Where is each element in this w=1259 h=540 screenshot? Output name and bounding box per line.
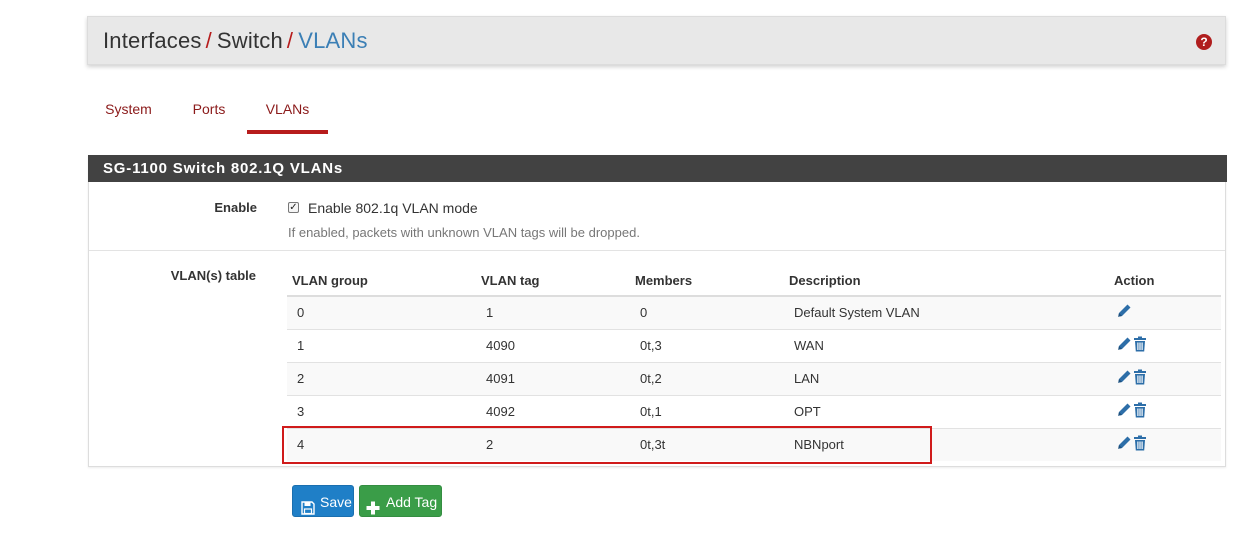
breadcrumb-separator: / xyxy=(205,28,212,53)
tab-vlans[interactable]: VLANs xyxy=(247,92,328,134)
pencil-icon[interactable] xyxy=(1116,435,1132,454)
column-header-description: Description xyxy=(784,265,1109,297)
divider xyxy=(89,250,1225,251)
trash-icon[interactable] xyxy=(1133,402,1147,421)
breadcrumb-item-switch[interactable]: Switch xyxy=(217,28,283,53)
action-cell xyxy=(1109,394,1221,428)
highlight-box xyxy=(282,426,932,464)
members-cell: 0t,2 xyxy=(630,361,784,395)
table-row: 1 4090 0t,3 WAN xyxy=(287,328,1221,362)
pencil-icon[interactable] xyxy=(1116,336,1132,355)
breadcrumb-separator: / xyxy=(286,28,294,53)
vlan-tag-cell: 4090 xyxy=(476,328,630,362)
enable-help-text: If enabled, packets with unknown VLAN ta… xyxy=(288,225,640,240)
breadcrumb: Interfaces / Switch / VLANs xyxy=(103,28,368,54)
column-header-vlan-group: VLAN group xyxy=(287,265,476,297)
enable-vlan-checkbox[interactable]: ✓ xyxy=(288,202,299,213)
save-icon xyxy=(301,494,315,526)
breadcrumb-bar: Interfaces / Switch / VLANs ? xyxy=(87,16,1226,65)
vlan-tag-cell: 4091 xyxy=(476,361,630,395)
members-cell: 0t,3 xyxy=(630,328,784,362)
question-circle-icon[interactable]: ? xyxy=(1196,34,1212,50)
members-cell: 0 xyxy=(630,295,784,329)
pencil-icon[interactable] xyxy=(1116,369,1132,388)
tab-system[interactable]: System xyxy=(87,92,170,134)
vlan-group-cell: 2 xyxy=(287,361,476,395)
breadcrumb-item-interfaces[interactable]: Interfaces xyxy=(103,28,202,53)
action-cell xyxy=(1109,427,1221,461)
action-cell xyxy=(1109,361,1221,395)
column-header-members: Members xyxy=(630,265,784,297)
enable-label: Enable xyxy=(214,200,257,215)
vlans-panel: SG-1100 Switch 802.1Q VLANs Enable ✓ Ena… xyxy=(88,155,1227,467)
action-cell xyxy=(1109,328,1221,362)
vlan-group-cell: 0 xyxy=(287,295,476,329)
action-cell xyxy=(1109,295,1221,329)
breadcrumb-current[interactable]: VLANs xyxy=(298,28,367,53)
save-button-label: Save xyxy=(320,494,352,510)
description-cell: OPT xyxy=(784,394,1109,428)
vlan-group-cell: 1 xyxy=(287,328,476,362)
trash-icon[interactable] xyxy=(1133,435,1147,454)
table-row: 3 4092 0t,1 OPT xyxy=(287,394,1221,428)
vlan-table-label: VLAN(s) table xyxy=(170,268,256,283)
add-tag-button[interactable]: Add Tag xyxy=(359,485,442,517)
table-row: 0 1 0 Default System VLAN xyxy=(287,295,1221,329)
vlan-group-cell: 3 xyxy=(287,394,476,428)
plus-icon xyxy=(366,494,380,526)
tab-ports[interactable]: Ports xyxy=(179,92,239,134)
vlan-tag-cell: 1 xyxy=(476,295,630,329)
trash-icon[interactable] xyxy=(1133,336,1147,355)
column-header-vlan-tag: VLAN tag xyxy=(476,265,630,297)
members-cell: 0t,1 xyxy=(630,394,784,428)
column-header-action: Action xyxy=(1109,265,1221,297)
description-cell: WAN xyxy=(784,328,1109,362)
description-cell: LAN xyxy=(784,361,1109,395)
add-tag-button-label: Add Tag xyxy=(386,494,438,510)
pencil-icon[interactable] xyxy=(1116,303,1132,322)
panel-title: SG-1100 Switch 802.1Q VLANs xyxy=(88,155,1227,182)
enable-vlan-checkbox-label[interactable]: Enable 802.1q VLAN mode xyxy=(308,200,478,216)
table-row: 2 4091 0t,2 LAN xyxy=(287,361,1221,395)
pencil-icon[interactable] xyxy=(1116,402,1132,421)
trash-icon[interactable] xyxy=(1133,369,1147,388)
save-button[interactable]: Save xyxy=(292,485,354,517)
table-header-row: VLAN group VLAN tag Members Description … xyxy=(287,265,1221,297)
description-cell: Default System VLAN xyxy=(784,295,1109,329)
vlan-tag-cell: 4092 xyxy=(476,394,630,428)
